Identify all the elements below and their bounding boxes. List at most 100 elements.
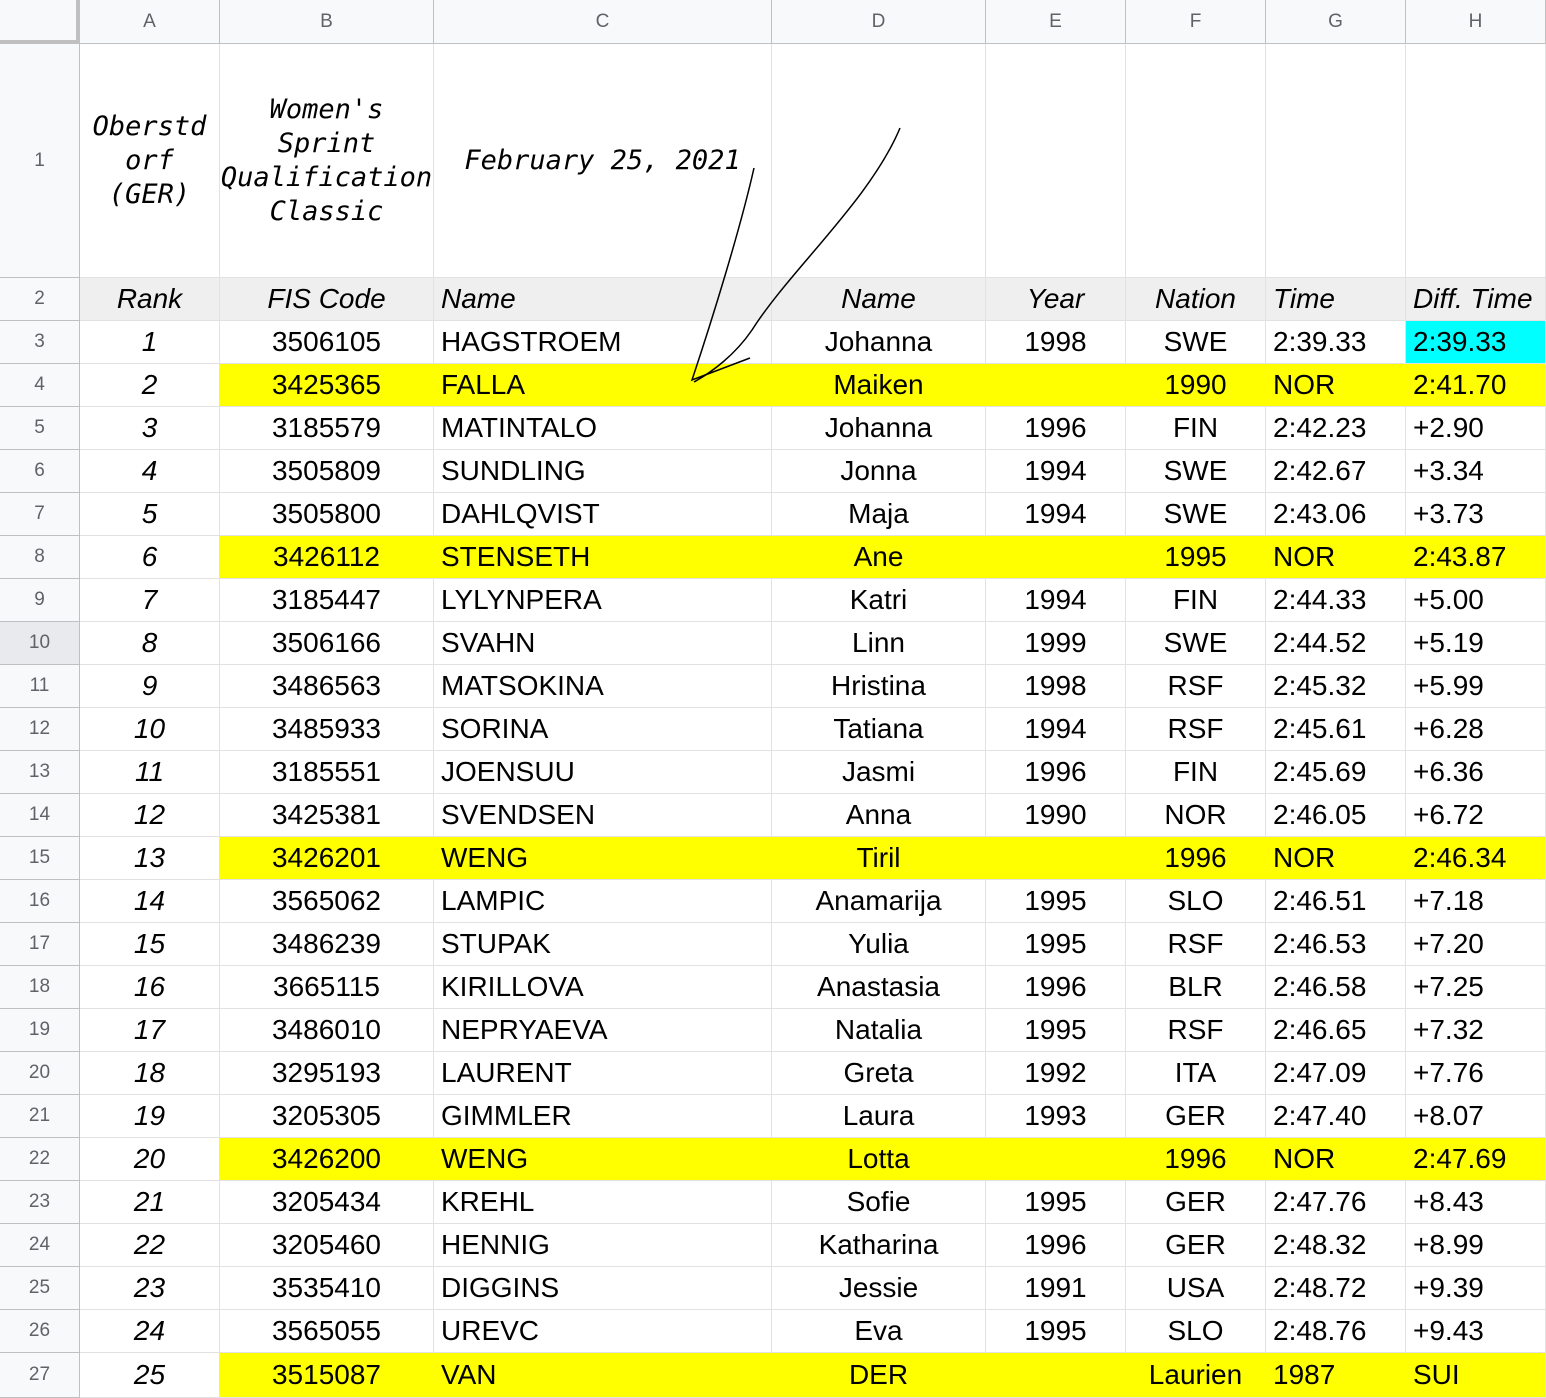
data-cell[interactable]: 3486010: [220, 1009, 434, 1052]
data-cell[interactable]: Jonna: [772, 450, 986, 493]
column-header-c[interactable]: C: [434, 0, 772, 44]
data-cell[interactable]: Linn: [772, 622, 986, 665]
data-cell[interactable]: 3515087: [220, 1353, 434, 1398]
data-cell[interactable]: SWE: [1126, 321, 1266, 364]
data-cell[interactable]: Tiril: [772, 837, 986, 880]
data-cell[interactable]: 2:45.61: [1266, 708, 1406, 751]
data-cell[interactable]: 2:47.69: [1406, 1138, 1546, 1181]
data-cell[interactable]: ITA: [1126, 1052, 1266, 1095]
data-cell[interactable]: 2:47.40: [1266, 1095, 1406, 1138]
data-cell[interactable]: LYLYNPERA: [434, 579, 772, 622]
data-cell[interactable]: 3425365: [220, 364, 434, 407]
data-cell[interactable]: DIGGINS: [434, 1267, 772, 1310]
data-cell[interactable]: Anna: [772, 794, 986, 837]
data-cell[interactable]: 1995: [986, 1310, 1126, 1353]
data-cell[interactable]: DAHLQVIST: [434, 493, 772, 536]
empty-cell[interactable]: [1266, 44, 1406, 278]
data-cell[interactable]: 1996: [1126, 1138, 1266, 1181]
data-cell[interactable]: 25: [80, 1353, 220, 1398]
data-cell[interactable]: 15: [80, 923, 220, 966]
data-cell[interactable]: 2:46.58: [1266, 966, 1406, 1009]
data-cell[interactable]: Yulia: [772, 923, 986, 966]
data-cell[interactable]: 7: [80, 579, 220, 622]
data-cell[interactable]: Maiken: [772, 364, 986, 407]
row-header-11[interactable]: 11: [0, 665, 80, 708]
column-title-2[interactable]: FIS Code: [220, 278, 434, 321]
data-cell[interactable]: Greta: [772, 1052, 986, 1095]
data-cell[interactable]: 1991: [986, 1267, 1126, 1310]
empty-cell[interactable]: [772, 44, 986, 278]
row-header-5[interactable]: 5: [0, 407, 80, 450]
data-cell[interactable]: 13: [80, 837, 220, 880]
data-cell[interactable]: +7.20: [1406, 923, 1546, 966]
data-cell[interactable]: 1995: [986, 880, 1126, 923]
data-cell[interactable]: NOR: [1266, 837, 1406, 880]
data-cell[interactable]: +9.39: [1406, 1267, 1546, 1310]
row-header-20[interactable]: 20: [0, 1052, 80, 1095]
data-cell[interactable]: 2:43.06: [1266, 493, 1406, 536]
data-cell[interactable]: KIRILLOVA: [434, 966, 772, 1009]
data-cell[interactable]: USA: [1126, 1267, 1266, 1310]
data-cell[interactable]: 2:42.23: [1266, 407, 1406, 450]
data-cell[interactable]: 2:45.69: [1266, 751, 1406, 794]
data-cell[interactable]: RSF: [1126, 923, 1266, 966]
row-header-4[interactable]: 4: [0, 364, 80, 407]
data-cell[interactable]: 3185551: [220, 751, 434, 794]
data-cell[interactable]: 3185579: [220, 407, 434, 450]
data-cell[interactable]: 3506166: [220, 622, 434, 665]
data-cell[interactable]: SWE: [1126, 493, 1266, 536]
data-cell[interactable]: 3425381: [220, 794, 434, 837]
column-title-6[interactable]: Nation: [1126, 278, 1266, 321]
data-cell[interactable]: DER: [772, 1353, 986, 1398]
data-cell[interactable]: +5.99: [1406, 665, 1546, 708]
row-header-6[interactable]: 6: [0, 450, 80, 493]
row-header-23[interactable]: 23: [0, 1181, 80, 1224]
data-cell[interactable]: 10: [80, 708, 220, 751]
data-cell[interactable]: Sofie: [772, 1181, 986, 1224]
row-header-18[interactable]: 18: [0, 966, 80, 1009]
data-cell[interactable]: 12: [80, 794, 220, 837]
data-cell[interactable]: Johanna: [772, 407, 986, 450]
data-cell[interactable]: 1990: [986, 794, 1126, 837]
data-cell[interactable]: RSF: [1126, 708, 1266, 751]
data-cell[interactable]: 1994: [986, 493, 1126, 536]
data-cell[interactable]: WENG: [434, 1138, 772, 1181]
data-cell[interactable]: 9: [80, 665, 220, 708]
data-cell[interactable]: RSF: [1126, 665, 1266, 708]
row-header-1[interactable]: 1: [0, 44, 80, 278]
row-header-22[interactable]: 22: [0, 1138, 80, 1181]
data-cell[interactable]: FIN: [1126, 579, 1266, 622]
data-cell[interactable]: +9.43: [1406, 1310, 1546, 1353]
data-cell[interactable]: KREHL: [434, 1181, 772, 1224]
data-cell[interactable]: NOR: [1126, 794, 1266, 837]
data-cell[interactable]: SVAHN: [434, 622, 772, 665]
data-cell[interactable]: 1996: [1126, 837, 1266, 880]
data-cell[interactable]: 16: [80, 966, 220, 1009]
data-cell[interactable]: 2:42.67: [1266, 450, 1406, 493]
data-cell[interactable]: 3205305: [220, 1095, 434, 1138]
data-cell[interactable]: Natalia: [772, 1009, 986, 1052]
data-cell[interactable]: LAURENT: [434, 1052, 772, 1095]
data-cell[interactable]: 2:48.76: [1266, 1310, 1406, 1353]
data-cell[interactable]: STENSETH: [434, 536, 772, 579]
data-cell[interactable]: 1996: [986, 1224, 1126, 1267]
data-cell[interactable]: 21: [80, 1181, 220, 1224]
data-cell[interactable]: +7.25: [1406, 966, 1546, 1009]
data-cell[interactable]: Eva: [772, 1310, 986, 1353]
data-cell[interactable]: 18: [80, 1052, 220, 1095]
row-header-25[interactable]: 25: [0, 1267, 80, 1310]
data-cell[interactable]: Katharina: [772, 1224, 986, 1267]
data-cell[interactable]: SORINA: [434, 708, 772, 751]
data-cell[interactable]: +7.76: [1406, 1052, 1546, 1095]
data-cell[interactable]: SWE: [1126, 622, 1266, 665]
data-cell[interactable]: Katri: [772, 579, 986, 622]
row-header-8[interactable]: 8: [0, 536, 80, 579]
data-cell[interactable]: +5.19: [1406, 622, 1546, 665]
data-cell[interactable]: +7.18: [1406, 880, 1546, 923]
row-header-19[interactable]: 19: [0, 1009, 80, 1052]
data-cell[interactable]: 2:39.33: [1406, 321, 1546, 364]
column-title-7[interactable]: Time: [1266, 278, 1406, 321]
data-cell[interactable]: 1999: [986, 622, 1126, 665]
data-cell[interactable]: 2:46.51: [1266, 880, 1406, 923]
data-cell[interactable]: 3205460: [220, 1224, 434, 1267]
